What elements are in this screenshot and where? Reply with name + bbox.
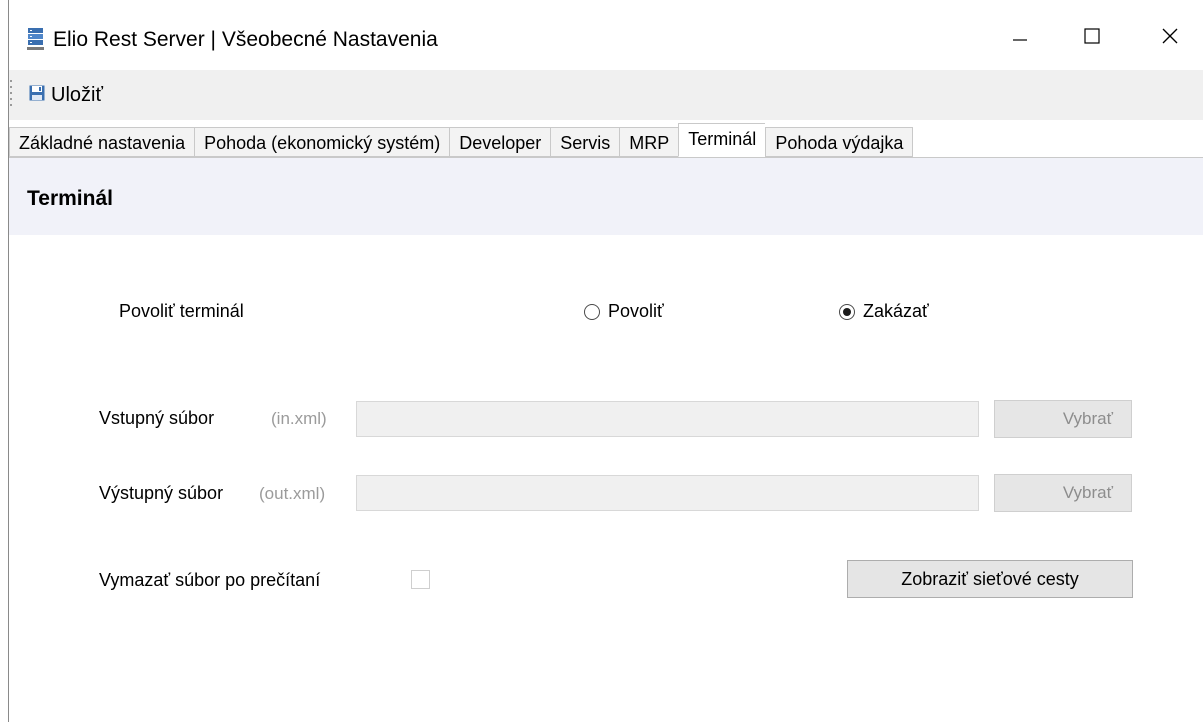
show-network-paths-button[interactable]: Zobraziť sieťové cesty [847,560,1133,598]
output-file-field[interactable] [356,475,979,511]
delete-after-read-checkbox[interactable] [411,570,430,589]
title-bar: Elio Rest Server | Všeobecné Nastavenia [9,0,1203,70]
close-icon [1162,28,1178,49]
tab-terminal[interactable]: Terminál [678,123,766,157]
tab-pohoda-vydajka[interactable]: Pohoda výdajka [765,127,914,157]
radio-enable[interactable]: Povoliť [584,301,664,322]
tab-mrp[interactable]: MRP [619,127,679,157]
save-button[interactable]: Uložiť [25,80,107,110]
toolbar: Uložiť [9,70,1203,120]
tab-developer[interactable]: Developer [449,127,551,157]
output-file-label: Výstupný súbor [99,483,224,503]
toolbar-grip[interactable] [9,80,13,110]
delete-after-read-label: Vymazať súbor po prečítaní [99,570,321,590]
server-stack-icon [27,27,44,51]
close-button[interactable] [1147,20,1193,56]
section-header: Terminál [9,158,1203,235]
window-title: Elio Rest Server | Všeobecné Nastavenia [53,28,438,51]
radio-disable-indicator[interactable] [839,303,855,320]
save-button-label: Uložiť [51,83,103,106]
output-file-hint: (out.xml) [259,484,326,503]
settings-window: Elio Rest Server | Všeobecné Nastavenia [8,0,1203,723]
input-file-hint: (in.xml) [271,409,327,428]
radio-enable-label: Povoliť [608,301,664,321]
tab-servis[interactable]: Servis [550,127,620,157]
radio-disable[interactable]: Zakázať [839,301,929,322]
input-file-label: Vstupný súbor [99,408,215,428]
tab-pohoda-ekonomicky-system[interactable]: Pohoda (ekonomický systém) [194,127,450,157]
output-file-browse-button[interactable]: Vybrať [994,474,1132,512]
enable-terminal-label: Povoliť terminál [119,301,244,321]
minimize-icon [1013,29,1027,48]
maximize-button[interactable] [1069,20,1115,56]
tab-zakladne-nastavenia[interactable]: Základné nastavenia [9,127,195,157]
tab-strip: Základné nastavenia Pohoda (ekonomický s… [9,120,1203,158]
tab-content-terminal: Terminál Povoliť terminál Povoliť Zakáza… [9,157,1203,723]
minimize-button[interactable] [997,20,1043,56]
input-file-browse-button[interactable]: Vybrať [994,400,1132,438]
radio-disable-label: Zakázať [863,301,929,321]
maximize-icon [1084,27,1100,49]
radio-enable-indicator[interactable] [584,303,600,320]
section-title: Terminál [27,187,113,210]
input-file-field[interactable] [356,401,979,437]
floppy-disk-icon [29,85,45,106]
